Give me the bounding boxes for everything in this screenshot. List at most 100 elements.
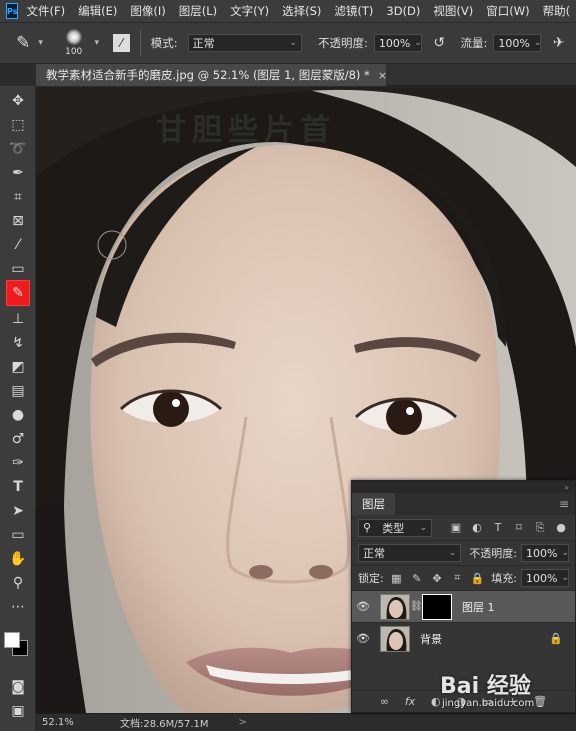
blend-mode-value: 正常	[363, 547, 385, 560]
lock-transparent-icon[interactable]: ▦	[389, 570, 404, 586]
lock-artboard-icon[interactable]: ⌗	[450, 570, 465, 586]
flow-label: 流量:	[460, 36, 488, 50]
layer-name[interactable]: 背景	[420, 631, 442, 647]
menu-3d[interactable]: 3D(D)	[386, 4, 420, 18]
chevron-down-icon: ⌄	[289, 38, 297, 48]
zoom-icon[interactable]: ⚲	[6, 572, 30, 594]
close-icon[interactable]: ×	[378, 69, 387, 82]
layer-thumbnail[interactable]	[380, 593, 410, 620]
layer-row-1[interactable]: 👁 ⛓ 图层 1	[352, 590, 575, 622]
filter-type-select[interactable]: ⚲ 类型 ⌄	[358, 518, 432, 537]
marquee-icon[interactable]: ⬚	[6, 114, 30, 136]
fill-label: 填充:	[491, 572, 517, 585]
layer-row-background[interactable]: 👁 背景 🔒	[352, 622, 575, 654]
menu-image[interactable]: 图像(I)	[130, 3, 165, 19]
brush-preset-picker[interactable]: 100	[57, 25, 91, 61]
eraser-icon[interactable]: ◩	[6, 356, 30, 378]
lasso-icon[interactable]: ➰	[6, 138, 30, 160]
layer-name[interactable]: 图层 1	[462, 599, 495, 615]
path-select-icon[interactable]: ➤	[6, 500, 30, 522]
visibility-eye-icon[interactable]: 👁	[352, 600, 374, 613]
foreground-color-swatch[interactable]	[4, 632, 20, 648]
fill-field[interactable]: 100% ⌄	[521, 569, 569, 587]
blend-mode-select[interactable]: 正常 ⌄	[358, 544, 462, 562]
menu-layer[interactable]: 图层(L)	[179, 3, 217, 19]
document-tab-bar: 教学素材适合新手的磨皮.jpg @ 52.1% (图层 1, 图层蒙版/8) *…	[36, 64, 576, 86]
quick-select-icon[interactable]: ✒	[6, 162, 30, 184]
document-info[interactable]: 文档:28.6M/57.1M	[120, 715, 209, 730]
dodge-icon[interactable]: ♂	[6, 428, 30, 450]
pressure-opacity-icon[interactable]: ↺	[430, 33, 449, 53]
smart-object-filter-icon[interactable]: ⎘	[532, 520, 548, 536]
trash-icon[interactable]: 🗑	[533, 695, 547, 708]
frame-icon[interactable]: ⊠	[6, 210, 30, 232]
photoshop-logo-icon[interactable]: Ps	[6, 3, 19, 19]
search-icon: ⚲	[363, 521, 372, 534]
document-tab[interactable]: 教学素材适合新手的磨皮.jpg @ 52.1% (图层 1, 图层蒙版/8) *…	[36, 64, 387, 86]
hand-icon[interactable]: ✋	[6, 548, 30, 570]
move-icon[interactable]: ✥	[6, 90, 30, 112]
healing-icon[interactable]: ▭	[6, 258, 30, 280]
lock-position-icon[interactable]: ✥	[429, 570, 444, 586]
adjustment-filter-icon[interactable]: ◐	[469, 520, 485, 536]
pen-icon[interactable]: ✑	[6, 452, 30, 474]
crop-icon[interactable]: ⌗	[6, 186, 30, 208]
chevron-down-icon: ⌄	[561, 548, 569, 558]
lock-pixels-icon[interactable]: ✎	[409, 570, 424, 586]
zoom-level[interactable]: 52.1%	[42, 717, 84, 728]
type-filter-icon[interactable]: T	[490, 520, 506, 536]
menu-file[interactable]: 文件(F)	[26, 3, 65, 19]
tab-layers[interactable]: 图层	[352, 493, 395, 515]
flow-field[interactable]: 100% ⌄	[493, 34, 542, 52]
quick-mask-icon[interactable]: ◙	[6, 676, 30, 698]
visibility-eye-icon[interactable]: 👁	[352, 632, 374, 645]
document-title: 教学素材适合新手的磨皮.jpg @ 52.1% (图层 1, 图层蒙版/8) *	[46, 68, 370, 82]
chevron-right-icon[interactable]: >	[239, 717, 247, 728]
menu-window[interactable]: 窗口(W)	[486, 3, 529, 19]
menu-view[interactable]: 视图(V)	[433, 3, 473, 19]
canvas-overlay-text: 甘胆些片首	[156, 113, 336, 148]
fill-value: 100%	[526, 571, 558, 585]
layer-opacity-field[interactable]: 100% ⌄	[521, 544, 569, 562]
gradient-icon[interactable]: ▤	[6, 380, 30, 402]
separator	[139, 30, 141, 56]
menu-filter[interactable]: 滤镜(T)	[334, 3, 373, 19]
brush-tool-preset-icon[interactable]: ✎	[12, 31, 34, 55]
stamp-icon[interactable]: ⊥	[6, 308, 30, 330]
layer-thumbnail[interactable]	[380, 625, 410, 652]
menu-help[interactable]: 帮助(	[543, 3, 571, 19]
link-layers-icon[interactable]: ∞	[380, 695, 389, 708]
image-filter-icon[interactable]: ▣	[448, 520, 464, 536]
type-icon[interactable]: T	[6, 476, 30, 498]
brush-icon[interactable]: ✎	[6, 280, 30, 306]
opacity-field[interactable]: 100% ⌄	[373, 34, 422, 52]
chevron-down-icon: ⌄	[533, 38, 542, 48]
link-icon[interactable]: ⛓	[410, 601, 423, 612]
filter-toggle-icon[interactable]: ●	[553, 520, 569, 536]
preset-caret-icon[interactable]: ▾	[38, 38, 43, 48]
mode-select[interactable]: 正常 ⌄	[187, 34, 302, 52]
layer-mask-thumbnail[interactable]	[422, 593, 452, 620]
brush-settings-toggle-icon[interactable]: ⁄	[113, 34, 130, 52]
fx-icon[interactable]: fx	[405, 695, 415, 708]
menu-edit[interactable]: 编辑(E)	[78, 3, 117, 19]
screen-mode-icon[interactable]: ▣	[6, 700, 30, 722]
brush-tip-icon	[65, 29, 82, 45]
menu-select[interactable]: 选择(S)	[282, 3, 321, 19]
opacity-label: 不透明度:	[317, 36, 368, 50]
shape-filter-icon[interactable]: ⌑	[511, 520, 527, 536]
history-brush-icon[interactable]: ↯	[6, 332, 30, 354]
brush-caret-icon[interactable]: ▾	[94, 38, 99, 48]
flow-value: 100%	[498, 36, 530, 50]
panel-menu-icon[interactable]: ≡	[559, 497, 569, 511]
menu-type[interactable]: 文字(Y)	[230, 3, 269, 19]
more-icon[interactable]: ⋯	[6, 596, 30, 618]
rectangle-icon[interactable]: ▭	[6, 524, 30, 546]
blur-icon[interactable]: ●	[6, 404, 30, 426]
brush-size-value: 100	[65, 47, 83, 57]
eyedropper-icon[interactable]: ⁄	[6, 234, 30, 256]
status-bar: 52.1% 文档:28.6M/57.1M >	[36, 713, 576, 731]
lock-all-icon[interactable]: 🔒	[470, 570, 485, 586]
airbrush-icon[interactable]: ✈	[549, 33, 568, 53]
panel-collapse-strip[interactable]: »	[352, 481, 575, 493]
